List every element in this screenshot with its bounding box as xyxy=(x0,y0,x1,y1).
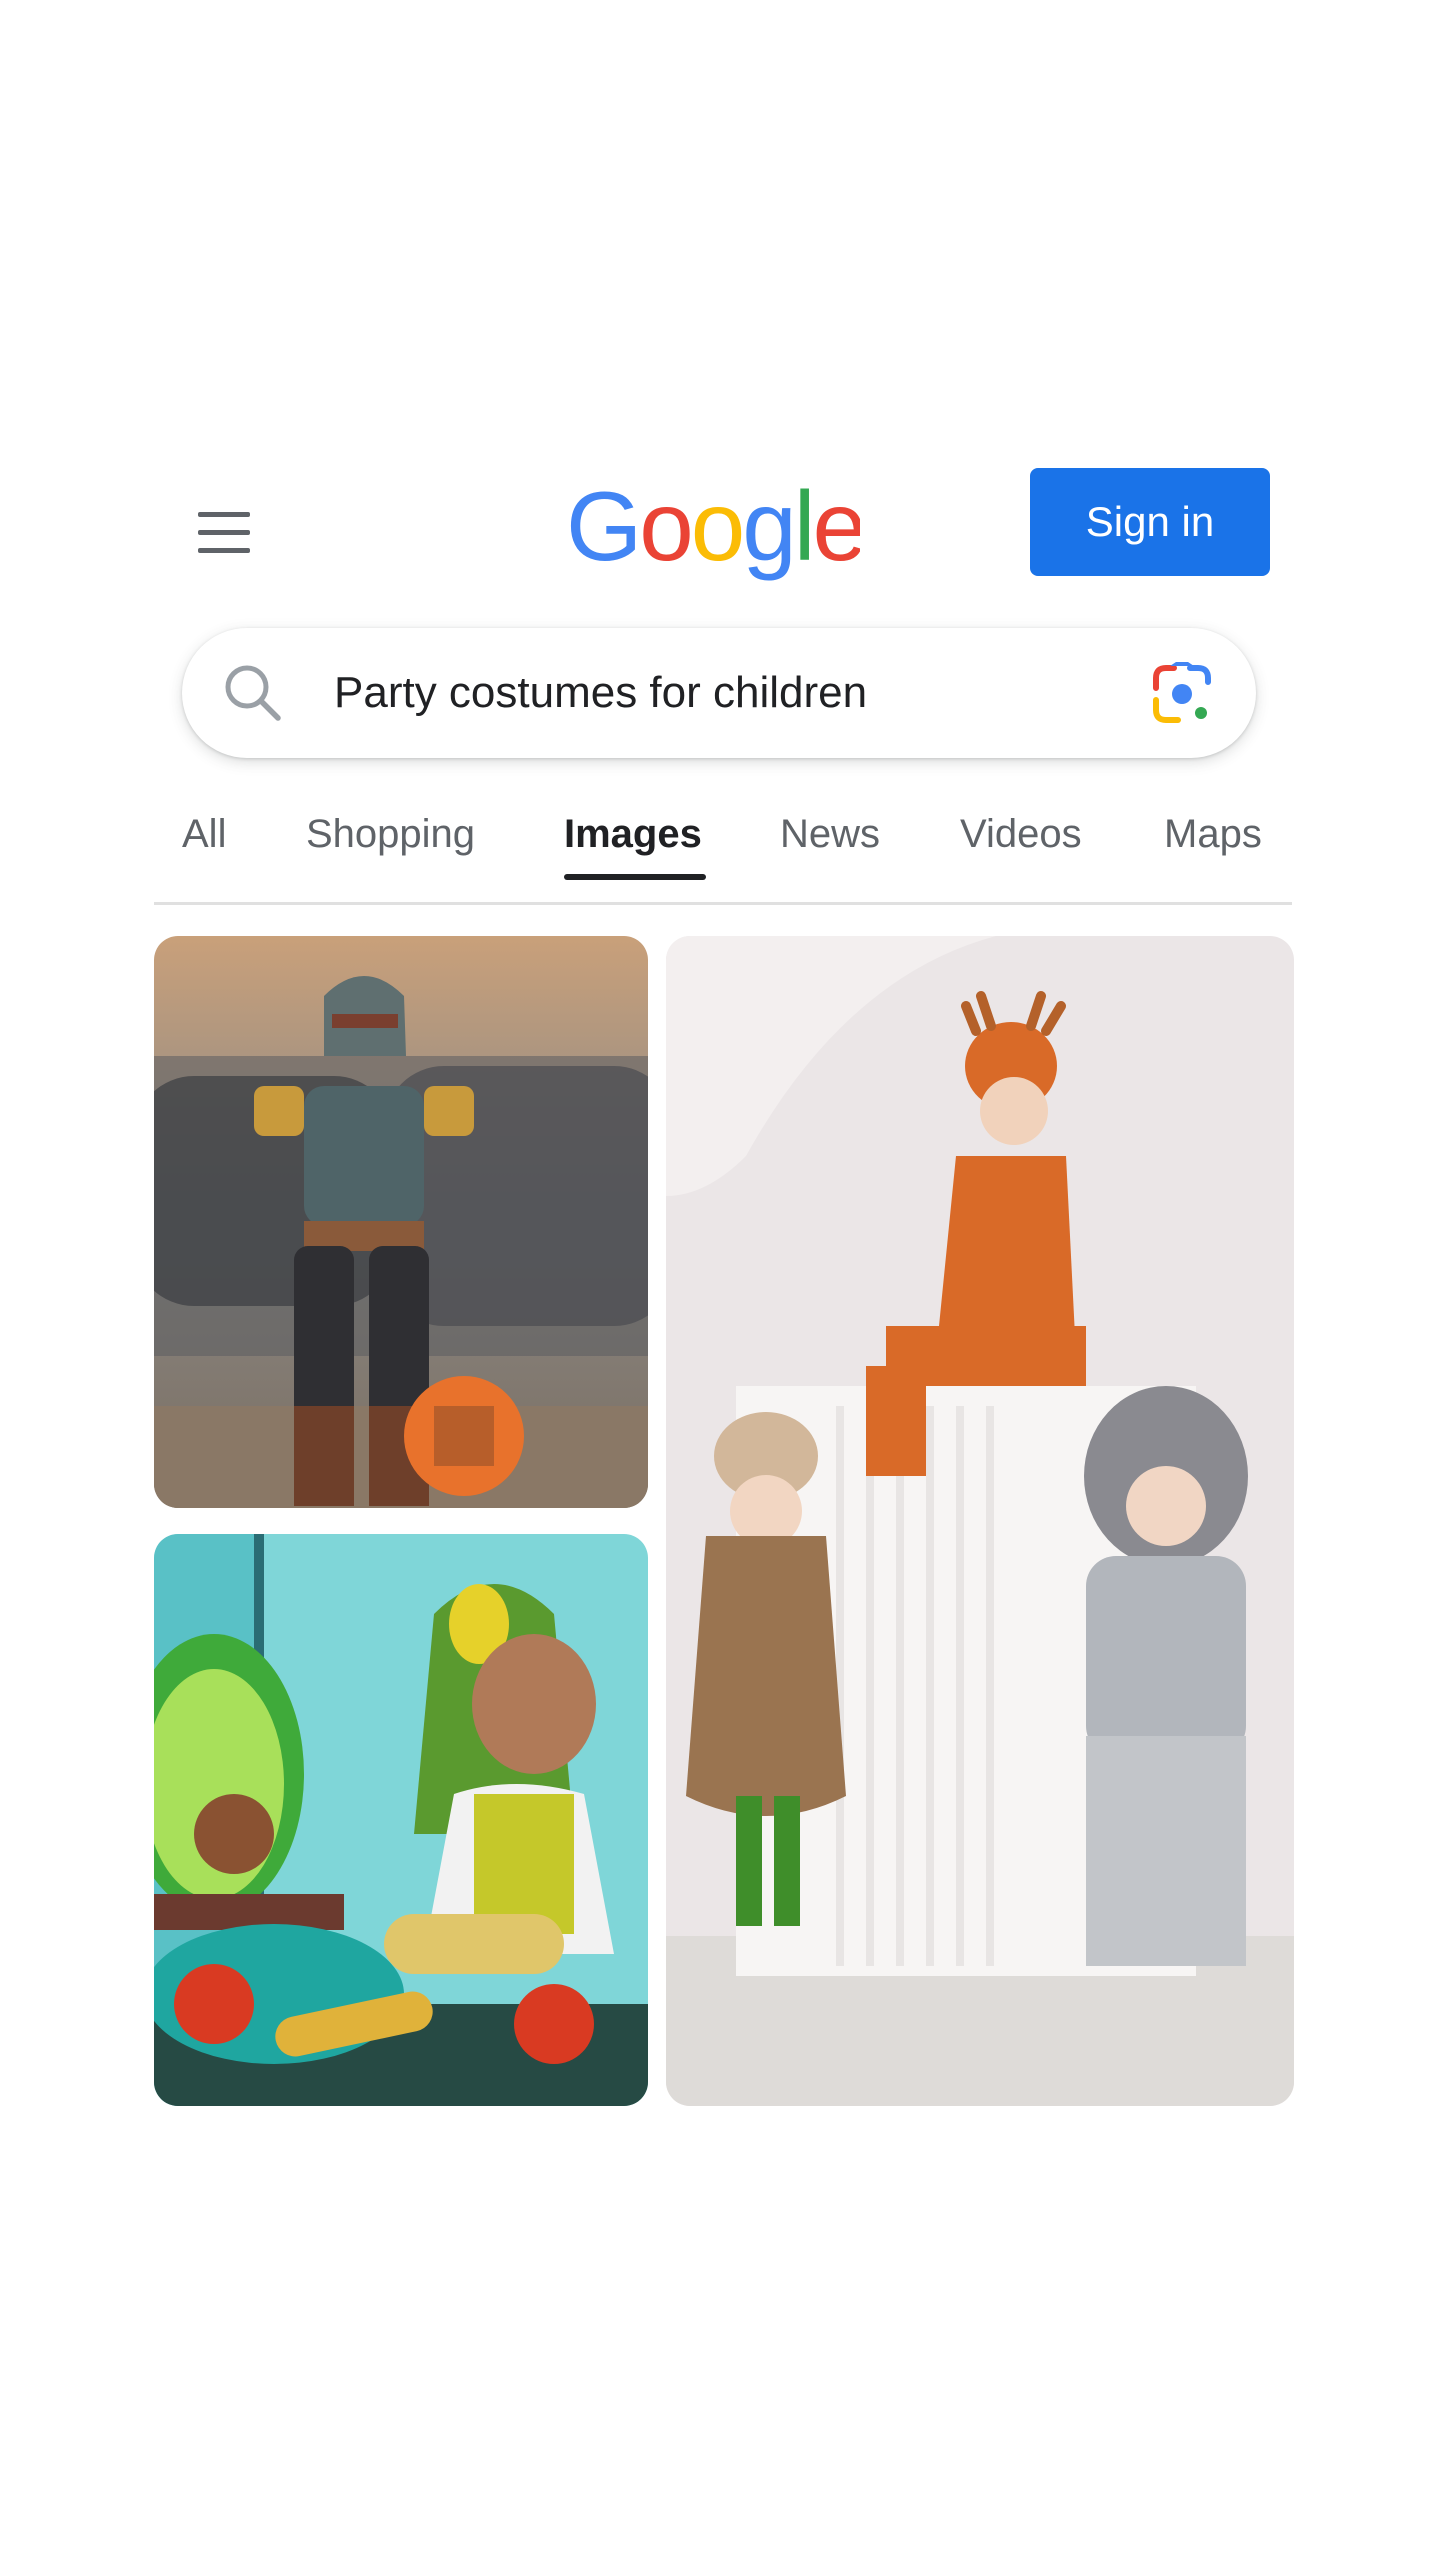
google-lens-icon[interactable] xyxy=(1150,662,1214,726)
tab-all[interactable]: All xyxy=(182,800,226,912)
tab-maps[interactable]: Maps xyxy=(1164,800,1262,912)
active-tab-indicator xyxy=(564,874,706,880)
tab-news[interactable]: News xyxy=(780,800,880,912)
logo-letter: o xyxy=(639,484,691,581)
tab-images[interactable]: Images xyxy=(564,800,702,912)
search-tabs: All Shopping Images News Videos Maps xyxy=(154,800,1292,904)
logo-letter: o xyxy=(691,484,743,581)
search-input[interactable]: Party costumes for children xyxy=(334,628,1094,758)
search-icon[interactable] xyxy=(222,662,284,724)
logo-letter: e xyxy=(813,484,860,581)
google-logo[interactable]: Google xyxy=(570,484,860,584)
menu-button[interactable] xyxy=(192,500,256,564)
image-result-avocado-costume[interactable] xyxy=(154,1534,648,2106)
image-result-armored-costume[interactable] xyxy=(154,936,648,1508)
sign-in-button[interactable]: Sign in xyxy=(1030,468,1270,576)
svg-text:Google: Google xyxy=(570,484,860,581)
tab-shopping[interactable]: Shopping xyxy=(306,800,475,912)
tabs-divider xyxy=(154,902,1292,905)
logo-letter: l xyxy=(794,484,813,581)
tab-videos[interactable]: Videos xyxy=(960,800,1082,912)
hamburger-menu-icon xyxy=(198,512,250,553)
logo-letter: g xyxy=(742,484,794,581)
image-result-animal-costumes[interactable] xyxy=(666,936,1294,2106)
search-bar[interactable]: Party costumes for children xyxy=(182,628,1256,758)
logo-letter: G xyxy=(570,484,639,581)
